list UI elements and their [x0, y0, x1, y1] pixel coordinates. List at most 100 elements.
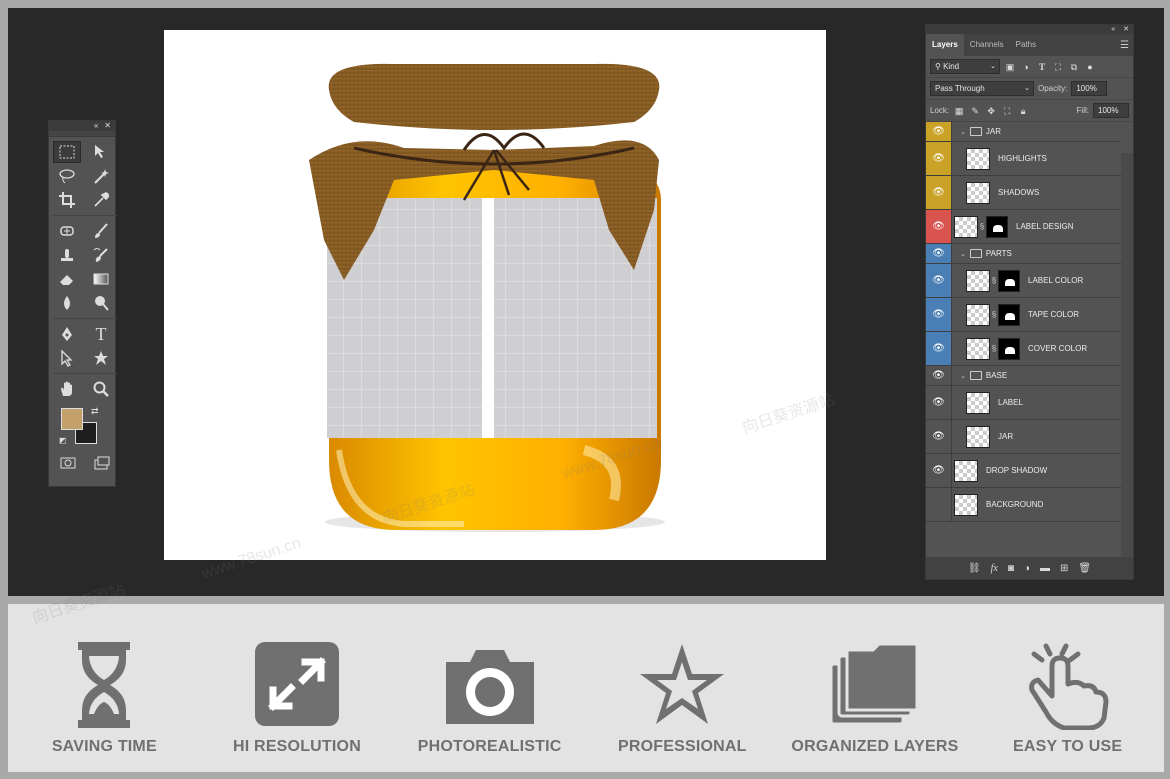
lasso-tool-icon[interactable]	[53, 165, 81, 187]
pen-tool-icon[interactable]	[53, 323, 81, 345]
visibility-eye-icon[interactable]: 👁︎	[926, 142, 952, 175]
path-selection-tool-icon[interactable]	[53, 347, 81, 369]
move-tool-icon[interactable]	[87, 141, 115, 163]
shape-filter-icon[interactable]: ⛶	[1052, 61, 1064, 73]
crop-tool-icon[interactable]	[53, 189, 81, 211]
hand-tool-icon[interactable]	[53, 378, 81, 400]
lock-image-icon[interactable]: ✎	[969, 105, 981, 117]
group-expand-icon[interactable]: ⌄	[960, 372, 966, 380]
layer-row[interactable]: 👁︎ LABEL	[926, 386, 1121, 420]
filter-toggle-icon[interactable]: ●	[1084, 61, 1096, 73]
fill-field[interactable]: 100%	[1093, 103, 1129, 118]
layers-scrollbar[interactable]	[1121, 153, 1133, 557]
collapse-icon[interactable]: «	[1111, 25, 1115, 34]
lock-all-icon[interactable]: 🔒︎	[1017, 105, 1029, 117]
visibility-eye-icon[interactable]: 👁︎	[926, 176, 952, 209]
tab-layers[interactable]: Layers	[926, 34, 964, 56]
group-expand-icon[interactable]: ⌄	[960, 250, 966, 258]
layer-row[interactable]: 👁︎ § TAPE COLOR	[926, 298, 1121, 332]
filter-kind-select[interactable]: ⚲ Kind ⌄	[930, 59, 1000, 74]
foreground-color-swatch[interactable]	[61, 408, 83, 430]
layer-thumbnail[interactable]	[954, 215, 978, 238]
gradient-tool-icon[interactable]	[87, 268, 115, 290]
layer-mask-thumbnail[interactable]	[986, 215, 1008, 238]
layer-mask-thumbnail[interactable]	[998, 269, 1020, 292]
mask-link-icon[interactable]: §	[990, 276, 998, 285]
layer-row[interactable]: 👁︎ SHADOWS	[926, 176, 1121, 210]
dodge-tool-icon[interactable]	[87, 292, 115, 314]
blend-mode-select[interactable]: Pass Through ⌄	[930, 81, 1034, 96]
fx-icon[interactable]: fx	[991, 563, 998, 574]
quick-mask-icon[interactable]	[57, 454, 79, 472]
lock-artboard-icon[interactable]: ⛶	[1001, 105, 1013, 117]
trash-icon[interactable]: 🗑︎	[1078, 563, 1091, 574]
adjustment-icon[interactable]: ◑	[1024, 563, 1030, 574]
mask-icon[interactable]: ◙	[1008, 563, 1014, 574]
pixel-filter-icon[interactable]: ▣	[1004, 61, 1016, 73]
tab-channels[interactable]: Channels	[964, 34, 1010, 56]
layer-thumbnail[interactable]	[966, 337, 990, 360]
healing-tool-icon[interactable]	[53, 220, 81, 242]
visibility-eye-icon[interactable]: 👁︎	[926, 332, 952, 365]
layer-row[interactable]: 👁︎ DROP SHADOW	[926, 454, 1121, 488]
screen-mode-icon[interactable]	[91, 454, 113, 472]
brush-tool-icon[interactable]	[87, 220, 115, 242]
layer-group-row[interactable]: 👁︎ ⌄ PARTS	[926, 244, 1121, 264]
adjustment-filter-icon[interactable]: ◑	[1020, 61, 1032, 73]
visibility-eye-icon[interactable]: 👁︎	[926, 244, 952, 263]
layer-thumbnail[interactable]	[966, 181, 990, 204]
panel-menu-icon[interactable]: ☰	[1120, 40, 1129, 51]
mask-link-icon[interactable]: §	[990, 310, 998, 319]
layer-thumbnail[interactable]	[954, 493, 978, 516]
marquee-tool-icon[interactable]	[53, 141, 81, 163]
layer-row[interactable]: 👁︎ § LABEL DESIGN	[926, 210, 1121, 244]
visibility-eye-icon[interactable]	[926, 488, 952, 521]
mask-link-icon[interactable]: §	[978, 222, 986, 231]
layer-thumbnail[interactable]	[966, 391, 990, 414]
layer-row[interactable]: 👁︎ § COVER COLOR	[926, 332, 1121, 366]
layer-thumbnail[interactable]	[966, 425, 990, 448]
visibility-eye-icon[interactable]: 👁︎	[926, 264, 952, 297]
blur-tool-icon[interactable]	[53, 292, 81, 314]
type-filter-icon[interactable]: T	[1036, 61, 1048, 73]
type-tool-icon[interactable]: T	[87, 323, 115, 345]
layer-thumbnail[interactable]	[966, 147, 990, 170]
clone-stamp-tool-icon[interactable]	[53, 244, 81, 266]
document-canvas[interactable]	[164, 30, 826, 560]
smart-object-filter-icon[interactable]: ⧉	[1068, 61, 1080, 73]
layer-thumbnail[interactable]	[954, 459, 978, 482]
layer-mask-thumbnail[interactable]	[998, 337, 1020, 360]
folder-icon[interactable]: ▬	[1040, 563, 1050, 574]
mask-link-icon[interactable]: §	[990, 344, 998, 353]
visibility-eye-icon[interactable]: 👁︎	[926, 420, 952, 453]
visibility-eye-icon[interactable]: 👁︎	[926, 122, 952, 141]
layer-thumbnail[interactable]	[966, 303, 990, 326]
eyedropper-tool-icon[interactable]	[87, 189, 115, 211]
layer-row[interactable]: 👁︎ § LABEL COLOR	[926, 264, 1121, 298]
layer-thumbnail[interactable]	[966, 269, 990, 292]
layer-row[interactable]: 👁︎ JAR	[926, 420, 1121, 454]
close-icon[interactable]: ✕	[104, 121, 111, 131]
eraser-tool-icon[interactable]	[53, 268, 81, 290]
group-expand-icon[interactable]: ⌄	[960, 128, 966, 136]
magic-wand-tool-icon[interactable]	[87, 165, 115, 187]
layer-group-row[interactable]: 👁︎ ⌄ BASE	[926, 366, 1121, 386]
tab-paths[interactable]: Paths	[1010, 34, 1042, 56]
link-icon[interactable]: ⛓	[968, 563, 981, 574]
new-layer-icon[interactable]: ⊞	[1060, 563, 1068, 574]
lock-position-icon[interactable]: ✥	[985, 105, 997, 117]
visibility-eye-icon[interactable]: 👁︎	[926, 298, 952, 331]
close-icon[interactable]: ✕	[1123, 25, 1129, 34]
zoom-tool-icon[interactable]	[87, 378, 115, 400]
opacity-field[interactable]: 100%	[1071, 81, 1108, 96]
layer-row[interactable]: 👁︎ HIGHLIGHTS	[926, 142, 1121, 176]
layer-mask-thumbnail[interactable]	[998, 303, 1020, 326]
visibility-eye-icon[interactable]: 👁︎	[926, 366, 952, 385]
visibility-eye-icon[interactable]: 👁︎	[926, 386, 952, 419]
layer-row[interactable]: BACKGROUND	[926, 488, 1121, 522]
default-colors-icon[interactable]: ◩	[59, 436, 67, 445]
shape-tool-icon[interactable]	[87, 347, 115, 369]
layer-group-row[interactable]: 👁︎ ⌄ JAR	[926, 122, 1121, 142]
swap-colors-icon[interactable]: ⇄	[91, 406, 99, 417]
lock-transparent-icon[interactable]: ▦	[953, 105, 965, 117]
